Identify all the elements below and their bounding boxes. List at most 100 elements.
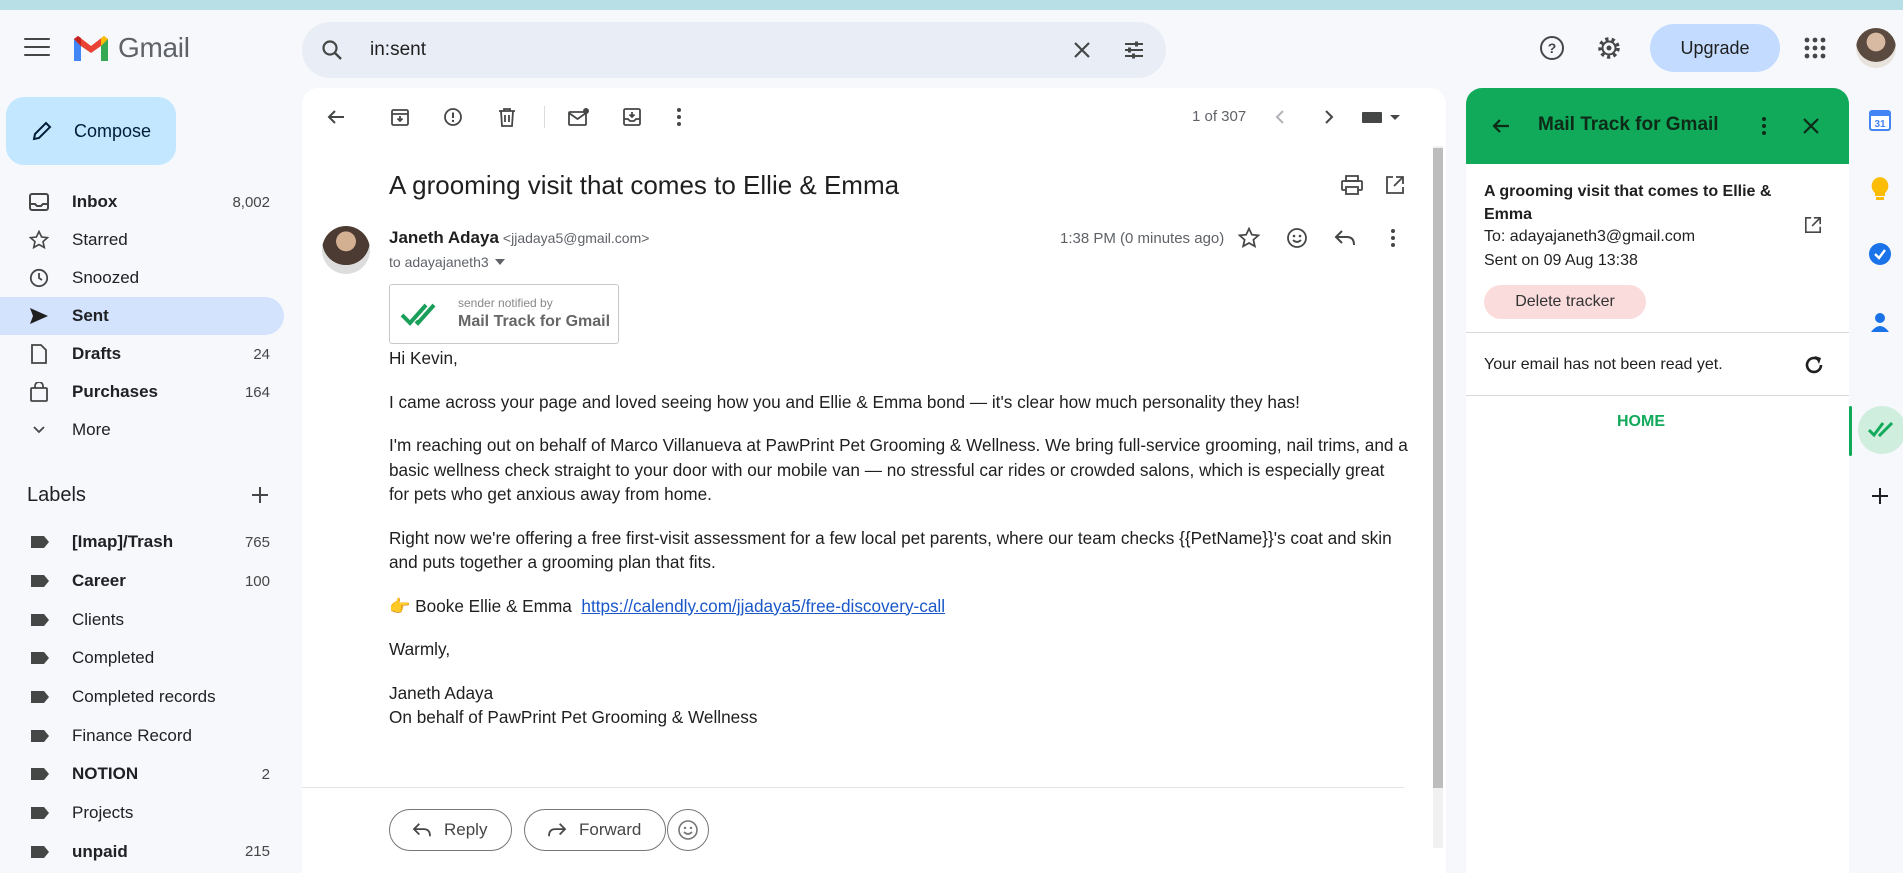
delete-trash-icon[interactable] [495, 105, 519, 129]
label-item-completed-records[interactable]: Completed records [0, 678, 284, 717]
upgrade-button[interactable]: Upgrade [1650, 24, 1780, 72]
calendly-link[interactable]: https://calendly.com/jjadaya5/free-disco… [581, 596, 945, 616]
tracked-subject: A grooming visit that comes to Ellie & E… [1484, 183, 1772, 223]
sidebar-item-starred[interactable]: Starred [0, 221, 284, 259]
label-tag-icon [31, 845, 49, 858]
body-paragraph: I'm reaching out on behalf of Marco Vill… [389, 435, 1408, 504]
reply-button[interactable]: Reply [389, 809, 513, 851]
keep-icon[interactable] [1866, 175, 1894, 203]
label-item-imap-trash[interactable]: [Imap]/Trash 765 [0, 523, 284, 562]
label-tag-icon [31, 652, 49, 665]
sender-avatar[interactable] [322, 226, 370, 274]
calendar-icon[interactable]: 31 [1866, 106, 1894, 134]
mark-unread-icon[interactable] [567, 105, 591, 129]
move-to-icon[interactable] [620, 105, 644, 129]
label-item-finance-record[interactable]: Finance Record [0, 716, 284, 755]
label-name: NOTION [72, 764, 139, 784]
label-count: 100 [244, 572, 270, 590]
back-arrow-icon[interactable] [1490, 116, 1512, 136]
account-avatar[interactable] [1856, 28, 1896, 68]
sidebar-item-label: Purchases [72, 382, 158, 401]
main-menu-icon[interactable] [24, 38, 50, 60]
refresh-icon[interactable] [1802, 353, 1826, 377]
gmail-logo[interactable]: Gmail [72, 32, 190, 64]
google-apps-icon[interactable] [1803, 36, 1827, 60]
label-count: 765 [244, 533, 270, 551]
label-tag-icon [31, 807, 49, 820]
label-item-clients[interactable]: Clients [0, 600, 284, 639]
help-icon[interactable]: ? [1538, 34, 1566, 62]
signoff: Warmly, [389, 639, 451, 659]
reply-icon[interactable] [1334, 229, 1356, 247]
sidebar-item-sent[interactable]: Sent [0, 297, 284, 335]
delete-tracker-button[interactable]: Delete tracker [1484, 285, 1646, 319]
pagination-text: 1 of 307 [1192, 108, 1247, 125]
recipient-line[interactable]: to adayajaneth3 [389, 254, 505, 270]
scrollbar-thumb[interactable] [1433, 148, 1443, 788]
open-new-window-icon[interactable] [1385, 175, 1405, 195]
sidebar-item-label: Snoozed [72, 268, 140, 287]
panel-divider [1466, 332, 1849, 333]
label-count: 215 [244, 843, 270, 861]
home-link[interactable]: HOME [1466, 413, 1816, 431]
sidebar-item-label: Sent [72, 306, 109, 325]
forward-button[interactable]: Forward [524, 809, 667, 851]
label-item-unpaid[interactable]: unpaid 215 [0, 833, 284, 872]
settings-gear-icon[interactable] [1595, 34, 1623, 62]
draft-count: 24 [253, 345, 270, 363]
sidebar-item-drafts[interactable]: Drafts 24 [0, 335, 284, 373]
mailtrack-addon-button[interactable] [1858, 406, 1903, 454]
sidebar-item-snoozed[interactable]: Snoozed [0, 259, 284, 297]
back-arrow-icon[interactable] [324, 105, 348, 129]
email-scrollbar[interactable] [1433, 146, 1443, 848]
newer-chevron-icon[interactable] [1268, 105, 1292, 129]
open-external-icon[interactable] [1804, 216, 1822, 234]
sidebar-item-more[interactable]: More [0, 411, 284, 449]
message-more-vert-icon[interactable] [1390, 228, 1396, 248]
more-vert-icon[interactable] [1761, 116, 1767, 136]
star-icon[interactable] [1238, 227, 1260, 249]
mailtrack-title: Mail Track for Gmail [1538, 114, 1719, 135]
labels-heading: Labels [27, 484, 86, 506]
older-chevron-icon[interactable] [1317, 105, 1341, 129]
unread-count: 8,002 [232, 193, 270, 211]
star-icon [28, 229, 50, 251]
send-icon [28, 305, 50, 327]
purchase-count: 164 [244, 383, 270, 401]
label-item-notion[interactable]: NOTION 2 [0, 755, 284, 794]
print-icon[interactable] [1341, 175, 1363, 195]
toolbar-divider [544, 106, 545, 128]
close-icon[interactable] [1802, 117, 1820, 135]
sender-email: <jjadaya5@gmail.com> [502, 230, 650, 246]
label-item-completed[interactable]: Completed [0, 639, 284, 678]
label-item-projects[interactable]: Projects [0, 794, 284, 833]
label-name: [Imap]/Trash [72, 532, 174, 552]
shopping-bag-icon [28, 381, 50, 403]
clear-search-icon[interactable] [1070, 38, 1094, 62]
sender-line: Janeth Adaya <jjadaya5@gmail.com> [389, 228, 649, 248]
report-spam-icon[interactable] [441, 105, 465, 129]
add-label-icon[interactable] [250, 485, 270, 505]
add-reaction-emoji-icon[interactable] [1286, 227, 1308, 249]
search-options-icon[interactable] [1122, 38, 1146, 62]
sent-time: 1:38 PM (0 minutes ago) [1060, 230, 1225, 247]
label-tag-icon [31, 575, 49, 588]
sidebar-item-inbox[interactable]: Inbox 8,002 [0, 183, 284, 221]
signature-name: Janeth Adaya [389, 682, 494, 703]
archive-icon[interactable] [388, 105, 412, 129]
get-addons-plus-icon[interactable] [1866, 482, 1894, 510]
emoji-reaction-button[interactable] [667, 809, 709, 851]
label-item-career[interactable]: Career 100 [0, 562, 284, 601]
search-input[interactable] [368, 36, 1048, 64]
contacts-icon[interactable] [1866, 308, 1894, 336]
compose-button[interactable]: Compose [6, 97, 176, 165]
app-name: Gmail [118, 32, 190, 63]
sidebar-item-purchases[interactable]: Purchases 164 [0, 373, 284, 411]
more-vert-icon[interactable] [667, 105, 691, 129]
input-tools-keyboard-icon[interactable] [1360, 105, 1404, 129]
tasks-icon[interactable] [1866, 240, 1894, 268]
label-tag-icon [31, 691, 49, 704]
label-tag-icon [31, 613, 49, 626]
email-subject: A grooming visit that comes to Ellie & E… [389, 170, 900, 200]
search-icon[interactable] [320, 38, 344, 62]
